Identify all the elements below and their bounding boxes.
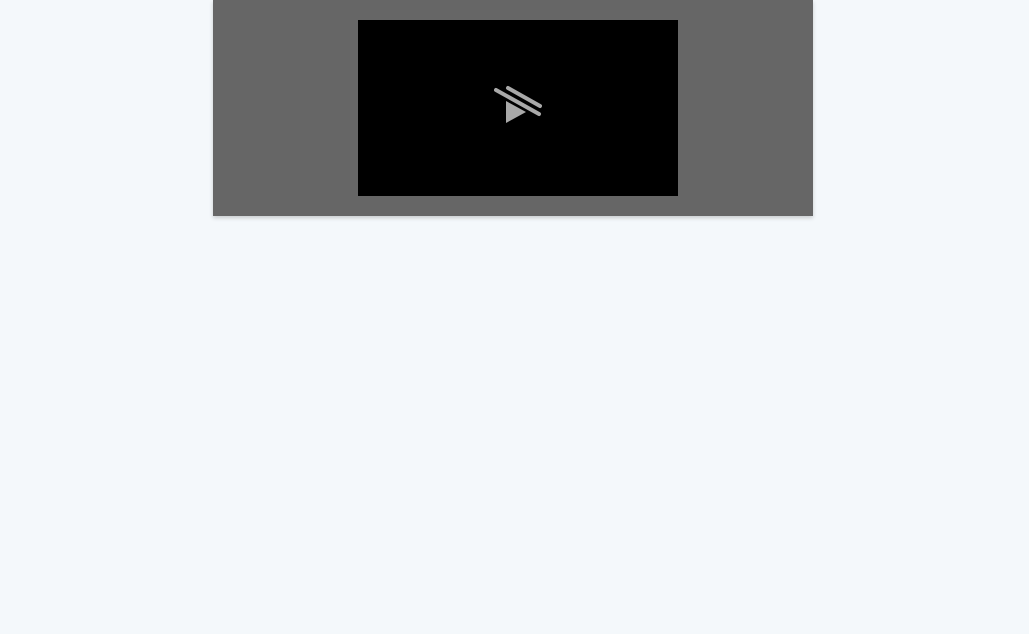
play-disabled-icon[interactable]	[494, 84, 542, 124]
video-panel	[213, 0, 813, 216]
video-player[interactable]	[358, 20, 678, 196]
